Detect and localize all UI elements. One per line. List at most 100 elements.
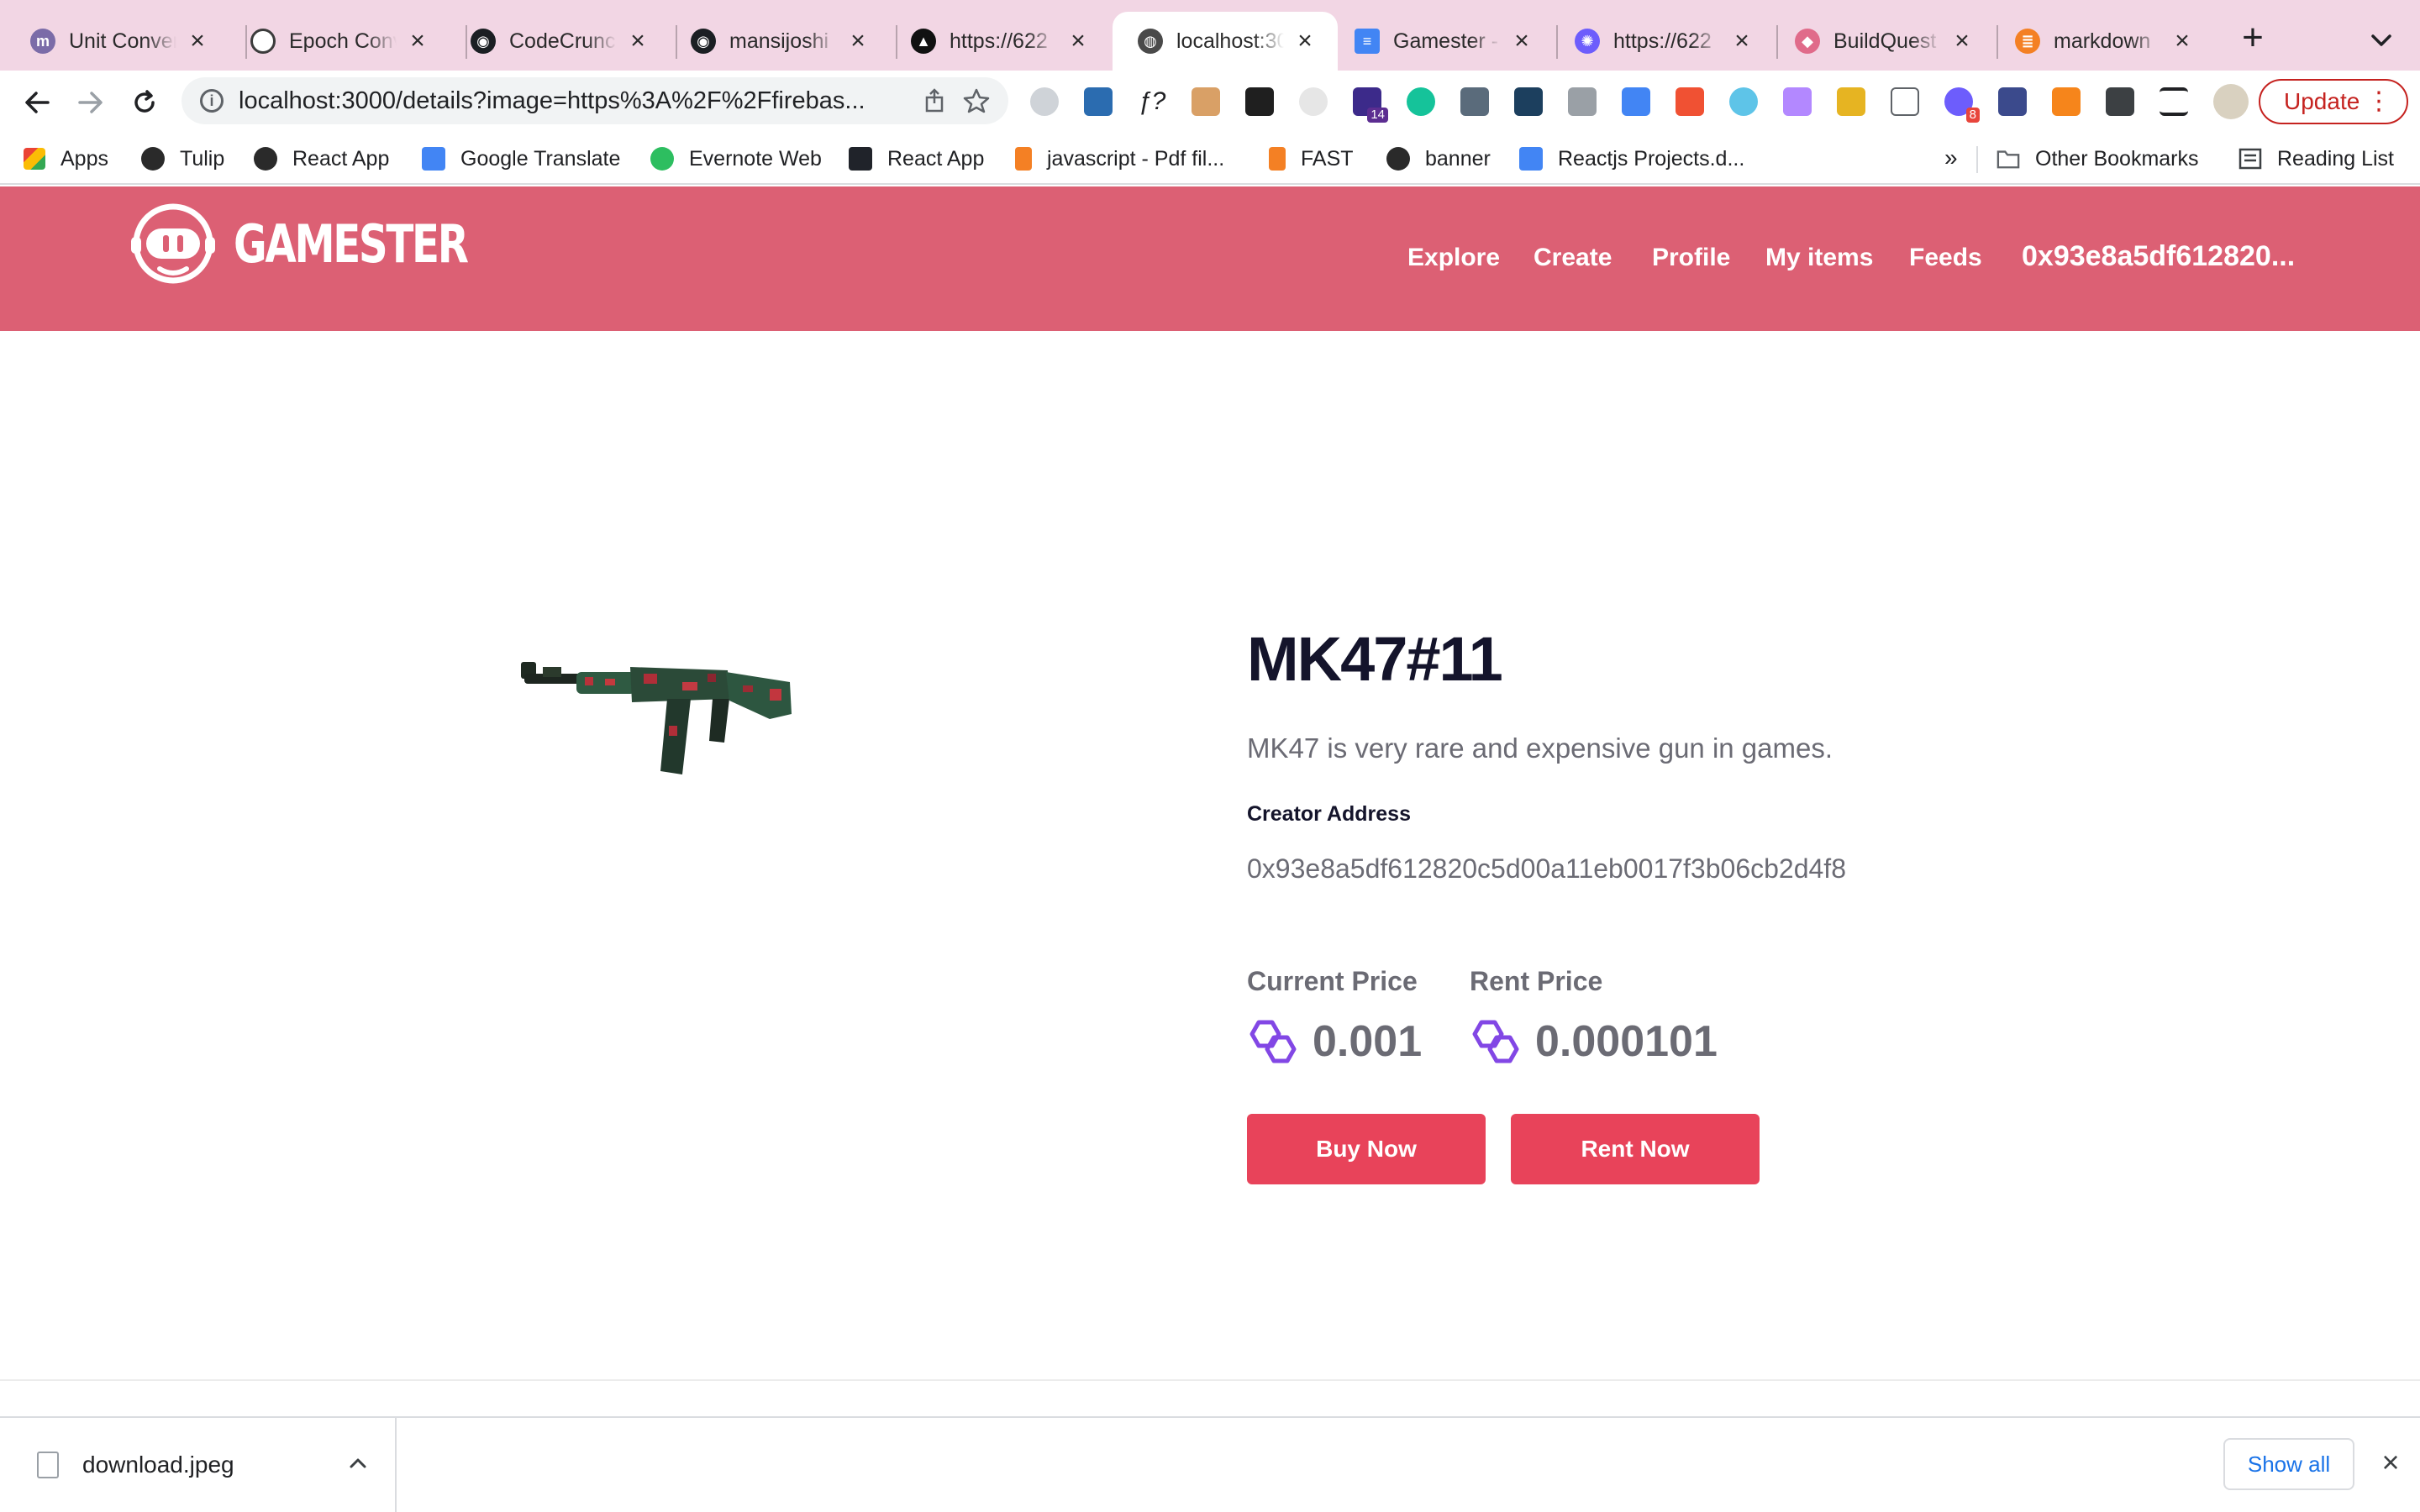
bookmark-other-bookmarks[interactable]: Other Bookmarks: [1996, 144, 2199, 173]
layout-extension-icon[interactable]: [1998, 87, 2027, 116]
stackoverflow-icon: [1015, 147, 1032, 171]
reload-button[interactable]: [128, 86, 161, 119]
translate-extension-icon[interactable]: [1622, 87, 1650, 116]
target-extension-icon[interactable]: [1299, 87, 1328, 116]
tab-mansijoshi[interactable]: ◉ mansijoshi ×: [666, 12, 886, 71]
bookmark-apps[interactable]: Apps: [24, 144, 108, 173]
clock-icon: [250, 29, 276, 54]
bookmark-google-translate[interactable]: Google Translate: [422, 144, 620, 173]
tab-epoch-converter[interactable]: Epoch Converter ×: [225, 12, 445, 71]
close-tab-icon[interactable]: ×: [1949, 29, 1975, 54]
wallet-address[interactable]: 0x93e8a5df612820...: [2022, 240, 2295, 273]
lighthouse-icon[interactable]: [1676, 87, 1704, 116]
close-tab-icon[interactable]: ×: [625, 29, 650, 54]
nav-profile[interactable]: Profile: [1652, 244, 1730, 272]
rent-now-button[interactable]: Rent Now: [1511, 1114, 1760, 1184]
close-tab-icon[interactable]: ×: [1729, 29, 1754, 54]
bookmark-star-icon[interactable]: [963, 87, 990, 114]
react-devtools-icon[interactable]: [1514, 87, 1543, 116]
update-label: Update: [2284, 88, 2360, 114]
image-file-icon: [37, 1452, 59, 1478]
tab-localhost[interactable]: ◍ localhost:3000 ×: [1113, 12, 1338, 71]
close-tab-icon[interactable]: ×: [1292, 29, 1318, 54]
url-text[interactable]: localhost:3000/details?image=https%3A%2F…: [239, 87, 865, 115]
nav-feeds[interactable]: Feeds: [1909, 244, 1982, 272]
globe-icon: ◍: [1138, 29, 1163, 54]
chevron-up-icon[interactable]: [346, 1452, 370, 1475]
close-tab-icon[interactable]: ×: [185, 29, 210, 54]
tab-netlify[interactable]: ✺ https://622 ×: [1549, 12, 1770, 71]
nav-create[interactable]: Create: [1534, 244, 1612, 272]
stackoverflow-icon: [1269, 147, 1286, 171]
tab-gamester-doc[interactable]: ≡ Gamester - ×: [1329, 12, 1549, 71]
extension-badge: 8: [1965, 108, 1980, 123]
share-icon[interactable]: [921, 87, 948, 114]
site-header: GAMESTER Explore Create Profile My items…: [0, 186, 2420, 331]
bookmarks-overflow-button[interactable]: »: [1944, 144, 1958, 171]
close-icon[interactable]: ×: [2376, 1447, 2405, 1478]
current-price: 0.001: [1247, 1016, 1422, 1067]
polygon-matic-icon: [1249, 1020, 1297, 1063]
stackoverflow-icon: ≣: [2015, 29, 2040, 54]
gamester-logo[interactable]: GAMESTER: [128, 198, 533, 289]
tab-title: Gamester -: [1393, 29, 1499, 53]
puzzle-extensions-icon[interactable]: [2106, 87, 2134, 116]
creator-address-value: 0x93e8a5df612820c5d00a11eb0017f3b06cb2d4…: [1247, 853, 1846, 884]
bookmark-fast[interactable]: FAST: [1269, 144, 1354, 173]
update-button[interactable]: Update ⋮: [2259, 79, 2408, 124]
buy-now-button[interactable]: Buy Now: [1247, 1114, 1486, 1184]
tab-buildquest[interactable]: ◆ BuildQuest ×: [1770, 12, 1990, 71]
tab-unit-converter[interactable]: m Unit Converter ×: [5, 12, 225, 71]
bookmark-label: javascript - Pdf fil...: [1047, 146, 1225, 171]
graduation-extension-icon[interactable]: 14: [1353, 87, 1388, 123]
close-tab-icon[interactable]: ×: [1509, 29, 1534, 54]
edit-extension-icon[interactable]: [1891, 87, 1919, 116]
bookmark-reactjs-projects[interactable]: Reactjs Projects.d...: [1519, 144, 1744, 173]
tab-vercel[interactable]: ▲ https://622 ×: [886, 12, 1106, 71]
tab-title: Epoch Converter: [289, 29, 397, 53]
wave-extension-icon[interactable]: [1729, 87, 1758, 116]
close-tab-icon[interactable]: ×: [2170, 29, 2195, 54]
bookmark-evernote[interactable]: Evernote Web: [650, 144, 822, 173]
bookmark-react-app-2[interactable]: React App: [849, 144, 984, 173]
arrow-left-icon: [25, 92, 50, 113]
close-tab-icon[interactable]: ×: [1065, 29, 1091, 54]
new-tab-button[interactable]: +: [2235, 19, 2270, 56]
pen-extension-icon[interactable]: [1783, 87, 1812, 116]
ruler-extension-icon[interactable]: [1192, 87, 1220, 116]
reading-list-button[interactable]: Reading List: [2238, 144, 2394, 173]
show-all-downloads-button[interactable]: Show all: [2223, 1438, 2354, 1490]
s-extension-icon[interactable]: [1084, 87, 1113, 116]
formula-extension-icon[interactable]: ƒ?: [1138, 87, 1166, 116]
bookmark-react-app[interactable]: React App: [254, 144, 389, 173]
metamask-icon[interactable]: [2052, 87, 2081, 116]
back-button[interactable]: [20, 86, 54, 119]
react-icon: [849, 147, 872, 171]
tab-codecrunch[interactable]: ◉ CodeCrunch ×: [445, 12, 666, 71]
camera-icon[interactable]: [1568, 87, 1597, 116]
eyedropper-icon[interactable]: [1460, 87, 1489, 116]
spark-extension-icon[interactable]: 8: [1944, 87, 1980, 123]
profile-avatar[interactable]: [2213, 84, 2249, 119]
grammarly-icon[interactable]: [1407, 87, 1435, 116]
tab-search-chevron-icon[interactable]: [2366, 25, 2396, 55]
close-tab-icon[interactable]: ×: [845, 29, 871, 54]
bookmark-banner[interactable]: banner: [1386, 144, 1491, 173]
download-item[interactable]: download.jpeg: [0, 1418, 397, 1512]
current-price-value: 0.001: [1313, 1017, 1423, 1066]
forward-button[interactable]: [74, 86, 108, 119]
bookmark-tulip[interactable]: Tulip: [141, 144, 224, 173]
site-info-icon[interactable]: i: [200, 89, 224, 113]
bookmark-label: React App: [887, 146, 985, 171]
globe-extension-icon[interactable]: [1030, 87, 1059, 116]
nav-explore[interactable]: Explore: [1407, 244, 1500, 272]
x-extension-icon[interactable]: [1245, 87, 1274, 116]
media-control-icon[interactable]: [2160, 87, 2188, 116]
broom-extension-icon[interactable]: [1837, 87, 1865, 116]
nav-my-items[interactable]: My items: [1765, 244, 1873, 272]
tab-markdown[interactable]: ≣ markdown ×: [1990, 12, 2210, 71]
bookmark-javascript-pdf[interactable]: javascript - Pdf fil...: [1015, 144, 1224, 173]
rent-price-value: 0.000101: [1535, 1017, 1718, 1066]
close-tab-icon[interactable]: ×: [405, 29, 430, 54]
address-bar[interactable]: i localhost:3000/details?image=https%3A%…: [182, 77, 1008, 124]
